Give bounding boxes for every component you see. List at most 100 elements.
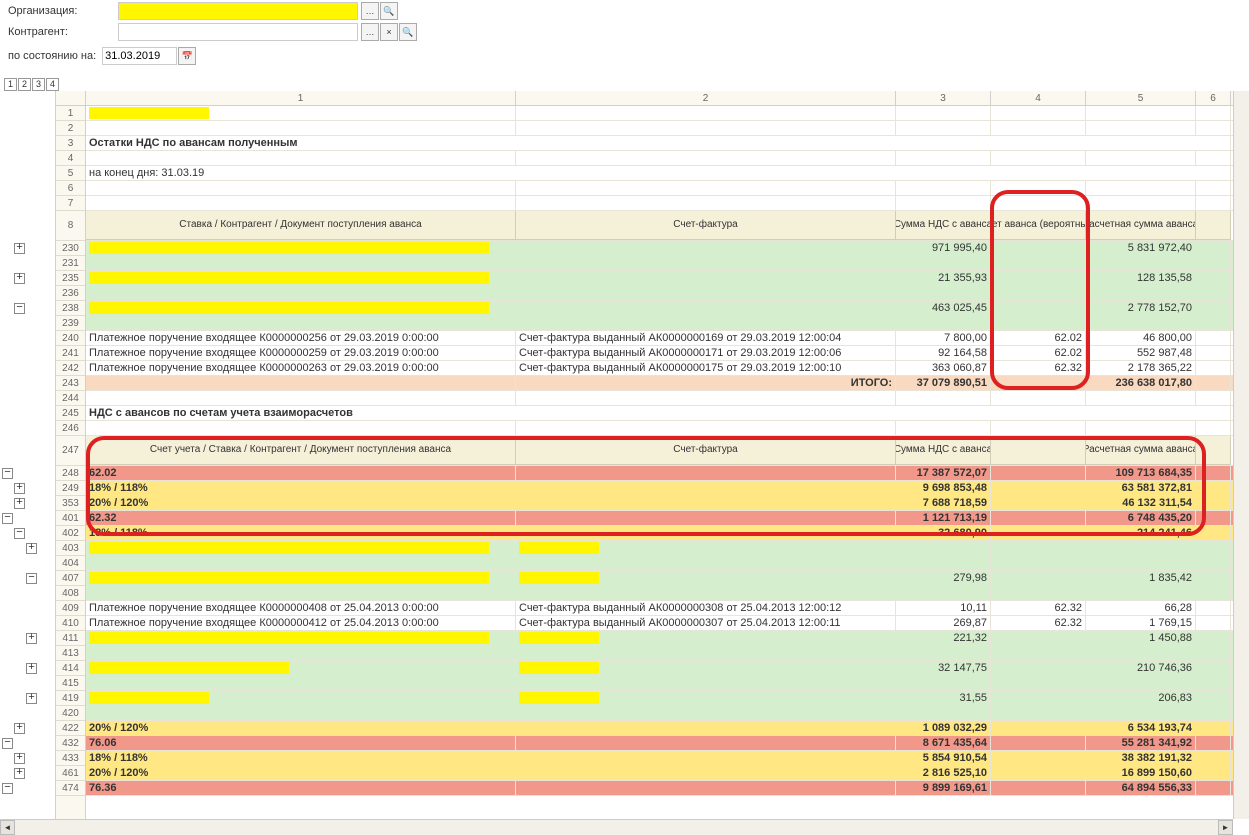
- row-number[interactable]: 404: [56, 556, 85, 571]
- row-number[interactable]: 5: [56, 166, 85, 181]
- row-number[interactable]: 419: [56, 691, 85, 706]
- table-row[interactable]: [86, 286, 1249, 301]
- org-search-button[interactable]: 🔍: [380, 2, 398, 20]
- scroll-right-button[interactable]: ►: [1218, 820, 1233, 835]
- row-number[interactable]: 244: [56, 391, 85, 406]
- table-row[interactable]: Платежное поручение входящее К0000000263…: [86, 361, 1249, 376]
- table-row[interactable]: [86, 256, 1249, 271]
- outline-toggle[interactable]: [2, 513, 13, 524]
- table-row[interactable]: 21 355,93128 135,58: [86, 271, 1249, 286]
- outline-toggle[interactable]: [14, 303, 25, 314]
- row-number[interactable]: 420: [56, 706, 85, 721]
- col-head-3[interactable]: 3: [896, 91, 991, 105]
- outline-toggle[interactable]: [26, 543, 37, 554]
- row-number[interactable]: 413: [56, 646, 85, 661]
- row-number[interactable]: 246: [56, 421, 85, 436]
- table-row[interactable]: [86, 646, 1249, 661]
- outline-toggle[interactable]: [14, 483, 25, 494]
- row-number[interactable]: 236: [56, 286, 85, 301]
- outline-level-1[interactable]: 1: [4, 78, 17, 91]
- table-row[interactable]: [86, 541, 1249, 556]
- outline-toggle[interactable]: [26, 663, 37, 674]
- outline-level-4[interactable]: 4: [46, 78, 59, 91]
- row-number[interactable]: 407: [56, 571, 85, 586]
- row-number[interactable]: 231: [56, 256, 85, 271]
- row-number[interactable]: 241: [56, 346, 85, 361]
- row-number[interactable]: 1: [56, 106, 85, 121]
- row-number[interactable]: 401: [56, 511, 85, 526]
- contr-clear-button[interactable]: ×: [380, 23, 398, 41]
- table-row[interactable]: 18% / 118%32 680,90214 241,46: [86, 526, 1249, 541]
- row-number[interactable]: 410: [56, 616, 85, 631]
- scroll-left-button[interactable]: ◄: [0, 820, 15, 835]
- outline-toggle[interactable]: [26, 633, 37, 644]
- table-row[interactable]: 463 025,452 778 152,70: [86, 301, 1249, 316]
- table-row[interactable]: [86, 706, 1249, 721]
- org-input[interactable]: [118, 2, 358, 20]
- outline-toggle[interactable]: [14, 273, 25, 284]
- col-head-1[interactable]: 1: [86, 91, 516, 105]
- vertical-scrollbar[interactable]: [1233, 91, 1249, 819]
- row-number[interactable]: 235: [56, 271, 85, 286]
- row-number[interactable]: 4: [56, 151, 85, 166]
- date-calendar-button[interactable]: 📅: [178, 47, 196, 65]
- outline-toggle[interactable]: [26, 693, 37, 704]
- table-row[interactable]: Платежное поручение входящее К0000000259…: [86, 346, 1249, 361]
- row-number[interactable]: 230: [56, 241, 85, 256]
- table-row[interactable]: [86, 676, 1249, 691]
- table-row[interactable]: 62.321 121 713,196 748 435,20: [86, 511, 1249, 526]
- row-number[interactable]: 474: [56, 781, 85, 796]
- outline-toggle[interactable]: [14, 498, 25, 509]
- row-number[interactable]: 6: [56, 181, 85, 196]
- table-row[interactable]: Платежное поручение входящее К0000000256…: [86, 331, 1249, 346]
- outline-toggle[interactable]: [2, 783, 13, 794]
- row-number[interactable]: 403: [56, 541, 85, 556]
- table-row[interactable]: [86, 556, 1249, 571]
- row-number[interactable]: 409: [56, 601, 85, 616]
- row-number[interactable]: 245: [56, 406, 85, 421]
- table-row[interactable]: 76.369 899 169,6164 894 556,33: [86, 781, 1249, 796]
- table-row[interactable]: ИТОГО:37 079 890,51236 638 017,80: [86, 376, 1249, 391]
- row-number[interactable]: 411: [56, 631, 85, 646]
- row-number[interactable]: 415: [56, 676, 85, 691]
- row-number[interactable]: 422: [56, 721, 85, 736]
- col-head-4[interactable]: 4: [991, 91, 1086, 105]
- outline-level-2[interactable]: 2: [18, 78, 31, 91]
- outline-toggle[interactable]: [14, 243, 25, 254]
- row-number[interactable]: 402: [56, 526, 85, 541]
- row-number[interactable]: 240: [56, 331, 85, 346]
- table-row[interactable]: [86, 586, 1249, 601]
- outline-toggle[interactable]: [14, 723, 25, 734]
- row-number[interactable]: 247: [56, 436, 85, 466]
- row-number[interactable]: 238: [56, 301, 85, 316]
- date-input[interactable]: [102, 47, 177, 65]
- outline-toggle[interactable]: [26, 573, 37, 584]
- row-number[interactable]: 8: [56, 211, 85, 241]
- table-row[interactable]: 20% / 120%2 816 525,1016 899 150,60: [86, 766, 1249, 781]
- table-row[interactable]: 76.068 671 435,6455 281 341,92: [86, 736, 1249, 751]
- table-row[interactable]: Платежное поручение входящее К0000000412…: [86, 616, 1249, 631]
- col-head-5[interactable]: 5: [1086, 91, 1196, 105]
- table-row[interactable]: 971 995,405 831 972,40: [86, 241, 1249, 256]
- outline-toggle[interactable]: [14, 528, 25, 539]
- row-number[interactable]: 2: [56, 121, 85, 136]
- table-row[interactable]: 20% / 120%1 089 032,296 534 193,74: [86, 721, 1249, 736]
- table-row[interactable]: 31,55206,83: [86, 691, 1249, 706]
- table-row[interactable]: 62.0217 387 572,07109 713 684,35: [86, 466, 1249, 481]
- table-row[interactable]: 221,321 450,88: [86, 631, 1249, 646]
- horizontal-scrollbar[interactable]: ◄ ►: [0, 819, 1233, 835]
- row-number[interactable]: 243: [56, 376, 85, 391]
- table-row[interactable]: 20% / 120%7 688 718,5946 132 311,54: [86, 496, 1249, 511]
- row-number[interactable]: 7: [56, 196, 85, 211]
- col-head-2[interactable]: 2: [516, 91, 896, 105]
- row-number[interactable]: 249: [56, 481, 85, 496]
- outline-toggle[interactable]: [2, 738, 13, 749]
- outline-toggle[interactable]: [14, 768, 25, 779]
- table-row[interactable]: 279,981 835,42: [86, 571, 1249, 586]
- table-row[interactable]: Платежное поручение входящее К0000000408…: [86, 601, 1249, 616]
- grid[interactable]: 1 2 3 4 5 6 Остатки НДС по авансам получ…: [86, 91, 1249, 835]
- row-number[interactable]: 414: [56, 661, 85, 676]
- row-number[interactable]: 461: [56, 766, 85, 781]
- outline-toggle[interactable]: [2, 468, 13, 479]
- contr-dots-button[interactable]: …: [361, 23, 379, 41]
